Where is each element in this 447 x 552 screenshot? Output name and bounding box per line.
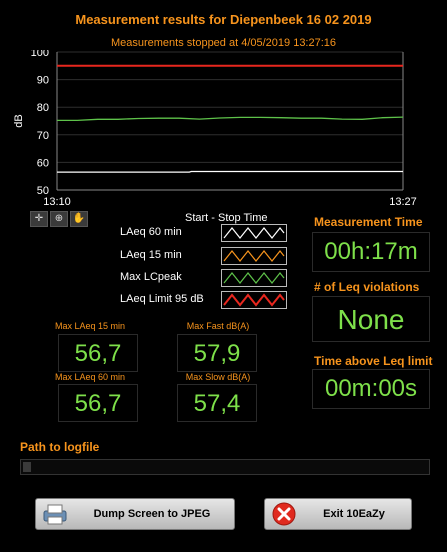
leq-violations-value: None bbox=[337, 304, 405, 335]
dump-screen-button[interactable]: Dump Screen to JPEG bbox=[35, 498, 235, 530]
leq-violations-panel: None bbox=[312, 296, 430, 342]
time-above-limit-panel: 00m:00s bbox=[312, 369, 430, 409]
measurement-time-value: 00h:17m bbox=[324, 238, 418, 265]
y-tick-label: 80 bbox=[37, 102, 49, 114]
max-slow-label: Max Slow dB(A) bbox=[185, 372, 251, 382]
logfile-field[interactable] bbox=[20, 459, 430, 475]
legend-label: LAeq Limit 95 dB bbox=[120, 293, 204, 305]
legend-swatch bbox=[221, 291, 287, 309]
max-laeq60-panel: 56,7 bbox=[58, 384, 138, 422]
max-laeq60-value: 56,7 bbox=[74, 390, 122, 417]
max-fast-label: Max Fast dB(A) bbox=[186, 321, 250, 331]
pan-hand-icon[interactable]: ✋ bbox=[70, 211, 88, 227]
leq-violations-label: # of Leq violations bbox=[314, 280, 420, 294]
logfile-label: Path to logfile bbox=[20, 440, 100, 454]
chart-toolbar: ✛ ⊕ ✋ bbox=[30, 211, 92, 228]
legend-label: LAeq 60 min bbox=[120, 226, 182, 238]
logfile-scroll-thumb[interactable] bbox=[23, 462, 31, 472]
close-icon bbox=[272, 502, 296, 526]
max-slow-value: 57,4 bbox=[193, 390, 241, 417]
legend-swatch bbox=[221, 247, 287, 265]
page-title: Measurement results for Diepenbeek 16 02… bbox=[75, 12, 372, 27]
y-tick-label: 100 bbox=[31, 50, 49, 59]
series-line-laeq-60-min bbox=[57, 170, 403, 173]
cursor-icon[interactable]: ✛ bbox=[30, 211, 48, 227]
measurement-time-label: Measurement Time bbox=[314, 215, 423, 229]
printer-icon bbox=[43, 504, 67, 525]
max-laeq60-label: Max LAeq 60 min bbox=[54, 372, 126, 382]
x-tick-label: 13:27 bbox=[389, 196, 417, 208]
measurement-time-panel: 00h:17m bbox=[312, 232, 430, 272]
max-fast-panel: 57,9 bbox=[177, 334, 257, 372]
start-stop-time-label: Start - Stop Time bbox=[185, 212, 268, 224]
y-tick-label: 60 bbox=[37, 157, 49, 169]
y-tick-label: 70 bbox=[37, 130, 49, 142]
dump-screen-label: Dump Screen to JPEG bbox=[93, 508, 211, 520]
exit-label: Exit 10EaZy bbox=[323, 508, 385, 520]
max-fast-value: 57,9 bbox=[193, 340, 241, 367]
zoom-icon[interactable]: ⊕ bbox=[50, 211, 68, 227]
max-laeq15-label: Max LAeq 15 min bbox=[54, 321, 126, 331]
series-line-laeq-15-min bbox=[57, 116, 404, 122]
legend-swatch bbox=[221, 269, 287, 287]
y-tick-label: 90 bbox=[37, 75, 49, 87]
max-laeq15-value: 56,7 bbox=[74, 340, 122, 367]
max-laeq15-panel: 56,7 bbox=[58, 334, 138, 372]
time-above-limit-label: Time above Leq limit bbox=[314, 354, 433, 368]
legend-swatch bbox=[221, 224, 287, 242]
max-slow-panel: 57,4 bbox=[177, 384, 257, 422]
measurement-chart: 5060708090100dB13:10 13:27 bbox=[13, 50, 417, 208]
time-above-limit-value: 00m:00s bbox=[324, 375, 418, 402]
exit-button[interactable]: Exit 10EaZy bbox=[264, 498, 412, 530]
legend-label: Max LCpeak bbox=[120, 271, 182, 283]
page-subtitle: Measurements stopped at 4/05/2019 13:27:… bbox=[110, 37, 337, 49]
legend-label: LAeq 15 min bbox=[120, 249, 182, 261]
y-axis-label: dB bbox=[13, 114, 25, 127]
x-tick-label: 13:10 bbox=[43, 196, 71, 208]
